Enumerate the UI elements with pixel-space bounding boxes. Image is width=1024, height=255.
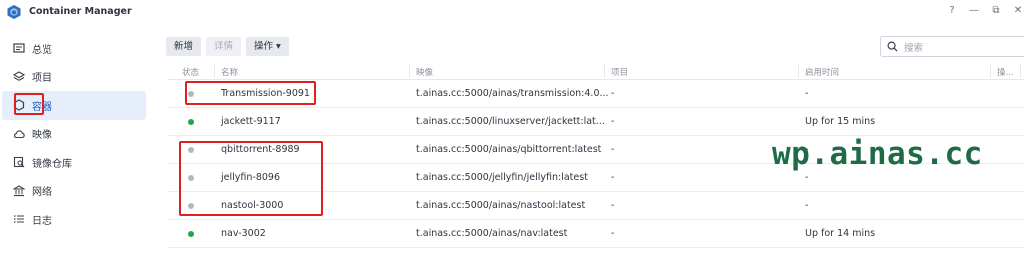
add-button[interactable]: 新增 bbox=[166, 37, 202, 56]
search-input[interactable]: 搜索 bbox=[880, 36, 1024, 57]
container-uptime: Up for 14 mins bbox=[805, 228, 876, 239]
column-header-actions[interactable]: 操... bbox=[997, 66, 1014, 78]
sidebar-item-registry[interactable]: 镜像仓库 bbox=[2, 148, 146, 177]
close-icon[interactable]: ✕ bbox=[1012, 5, 1024, 16]
container-name: jackett-9117 bbox=[221, 116, 281, 127]
sidebar-item-label: 映像 bbox=[32, 130, 52, 142]
app-title: Container Manager bbox=[29, 6, 132, 17]
container-uptime: - bbox=[805, 88, 809, 99]
restore-icon[interactable]: ⧉ bbox=[990, 5, 1002, 16]
title-bar: Container Manager ? — ⧉ ✕ bbox=[0, 0, 1024, 26]
container-manager-logo-icon bbox=[7, 5, 21, 19]
container-image: t.ainas.cc:5000/ainas/qbittorrent:latest bbox=[416, 144, 602, 155]
status-running-icon bbox=[188, 119, 194, 125]
container-project: - bbox=[611, 172, 615, 183]
minimize-icon[interactable]: — bbox=[968, 5, 980, 16]
details-button[interactable]: 详情 bbox=[206, 37, 242, 56]
container-image: t.ainas.cc:5000/jellyfin/jellyfin:latest bbox=[416, 172, 588, 183]
toolbar: 新增 详情 操作 ▾ bbox=[166, 37, 289, 56]
column-header-image[interactable]: 映像 bbox=[416, 66, 433, 78]
table-row[interactable]: nav-3002 t.ainas.cc:5000/ainas/nav:latest… bbox=[168, 220, 1024, 248]
log-icon bbox=[12, 212, 26, 226]
table-header: 状态 名称 映像 项目 启用时间 操... bbox=[168, 63, 1024, 80]
column-header-project[interactable]: 项目 bbox=[611, 66, 628, 78]
container-uptime: Up for 15 mins bbox=[805, 116, 876, 127]
column-header-status[interactable]: 状态 bbox=[182, 66, 199, 78]
sidebar-item-log[interactable]: 日志 bbox=[2, 205, 146, 234]
container-project: - bbox=[611, 200, 615, 211]
network-icon bbox=[12, 184, 26, 198]
sidebar-item-label: 项目 bbox=[32, 73, 52, 85]
sidebar-item-label: 日志 bbox=[32, 215, 52, 227]
search-icon bbox=[887, 41, 898, 52]
sidebar-item-label: 网络 bbox=[32, 187, 52, 199]
action-dropdown-button[interactable]: 操作 ▾ bbox=[246, 37, 289, 56]
container-uptime: - bbox=[805, 172, 809, 183]
registry-icon bbox=[12, 155, 26, 169]
sidebar-item-label: 总览 bbox=[32, 44, 52, 56]
annotation-box-transmission bbox=[185, 81, 316, 105]
sidebar-item-network[interactable]: 网络 bbox=[2, 177, 146, 206]
container-image: t.ainas.cc:5000/ainas/nastool:latest bbox=[416, 200, 586, 211]
column-header-name[interactable]: 名称 bbox=[221, 66, 238, 78]
container-image: t.ainas.cc:5000/ainas/nav:latest bbox=[416, 228, 568, 239]
window-controls: ? — ⧉ ✕ bbox=[946, 5, 1024, 16]
sidebar-item-overview[interactable]: 总览 bbox=[2, 34, 146, 63]
sidebar: 总览 项目 容器 映像 镜像仓库 网络 日志 bbox=[0, 34, 148, 234]
table-row[interactable]: jackett-9117 t.ainas.cc:5000/linuxserver/… bbox=[168, 108, 1024, 136]
container-name: nav-3002 bbox=[221, 228, 266, 239]
container-image: t.ainas.cc:5000/linuxserver/jackett:lat.… bbox=[416, 116, 605, 127]
help-icon[interactable]: ? bbox=[946, 5, 958, 16]
watermark-text: wp.ainas.cc bbox=[772, 136, 983, 172]
sidebar-item-image[interactable]: 映像 bbox=[2, 120, 146, 149]
image-icon bbox=[12, 127, 26, 141]
overview-icon bbox=[12, 41, 26, 55]
project-icon bbox=[12, 70, 26, 84]
annotation-box-container-nav bbox=[14, 93, 44, 115]
column-header-uptime[interactable]: 启用时间 bbox=[805, 66, 839, 78]
search-placeholder: 搜索 bbox=[904, 42, 924, 54]
sidebar-item-project[interactable]: 项目 bbox=[2, 63, 146, 92]
container-uptime: - bbox=[805, 200, 809, 211]
container-project: - bbox=[611, 228, 615, 239]
container-project: - bbox=[611, 116, 615, 127]
annotation-box-stopped-group bbox=[179, 141, 323, 216]
container-project: - bbox=[611, 144, 615, 155]
container-image: t.ainas.cc:5000/ainas/transmission:4.0..… bbox=[416, 88, 609, 99]
container-project: - bbox=[611, 88, 615, 99]
status-running-icon bbox=[188, 231, 194, 237]
sidebar-item-label: 镜像仓库 bbox=[32, 158, 72, 170]
